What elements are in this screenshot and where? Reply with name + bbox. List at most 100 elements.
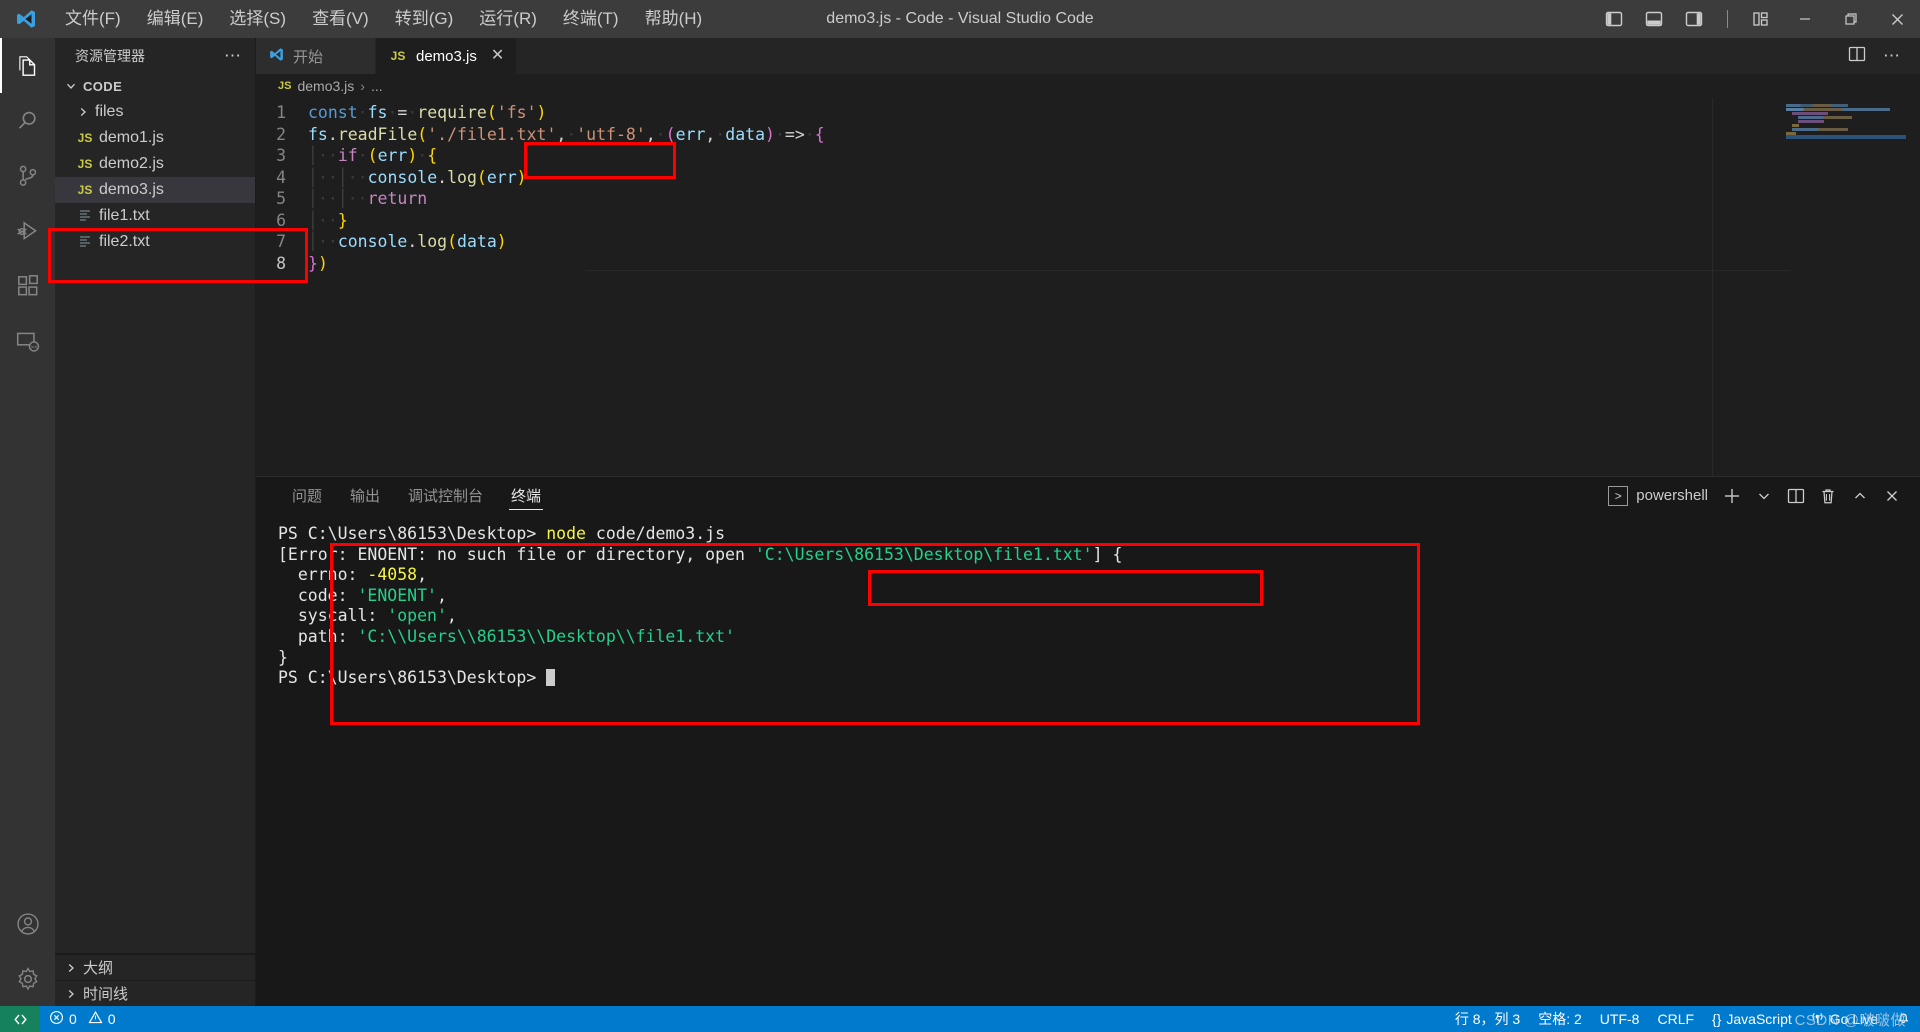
status-cursor-position[interactable]: 行 8，列 3 <box>1446 1006 1529 1032</box>
tree-item-files[interactable]: files <box>55 99 255 125</box>
activity-explorer[interactable] <box>0 38 55 93</box>
close-icon[interactable]: ✕ <box>491 48 504 64</box>
panel-tab-output[interactable]: 输出 <box>336 477 394 514</box>
remote-window-indicator[interactable] <box>0 1006 40 1032</box>
close-panel-button[interactable] <box>1878 482 1906 510</box>
terminal-segment: ] { <box>1092 544 1123 564</box>
activity-run-debug[interactable] <box>0 203 55 258</box>
code-line-text: │··│··console.log(err) <box>308 167 527 187</box>
menu-edit[interactable]: 编辑(E) <box>134 5 217 33</box>
tree-item-demo1-js[interactable]: JS demo1.js <box>55 125 255 151</box>
new-terminal-button[interactable] <box>1718 482 1746 510</box>
tree-item-label: files <box>95 103 124 120</box>
customize-layout-icon[interactable] <box>1746 4 1776 34</box>
error-count: 0 <box>69 1011 77 1027</box>
activity-search[interactable] <box>0 93 55 148</box>
maximize-panel-button[interactable] <box>1846 482 1874 510</box>
terminal-segment: errno: <box>278 565 368 585</box>
panel-actions: > powershell <box>1608 482 1920 510</box>
split-terminal-button[interactable] <box>1782 482 1810 510</box>
sidebar-section-timeline[interactable]: 时间线 <box>55 980 255 1006</box>
gear-icon <box>17 966 38 990</box>
kill-terminal-button[interactable] <box>1814 482 1842 510</box>
status-problems[interactable]: 0 0 <box>40 1006 125 1032</box>
menu-file[interactable]: 文件(F) <box>52 5 134 33</box>
editor-actions: ⋯ <box>1848 38 1920 74</box>
split-editor-icon[interactable] <box>1848 45 1866 68</box>
activity-accounts[interactable] <box>0 896 55 951</box>
menu-go[interactable]: 转到(G) <box>382 5 467 33</box>
tree-item-label: demo2.js <box>99 155 164 172</box>
line-number: 1 <box>276 103 286 122</box>
tab-demo3-js[interactable]: JS demo3.js ✕ <box>376 38 518 74</box>
panel-tab-problems[interactable]: 问题 <box>278 477 336 514</box>
code-line-2: 2 fs.readFile('./file1.txt',·'utf-8',·(e… <box>256 124 1920 146</box>
menu-view[interactable]: 查看(V) <box>299 5 382 33</box>
toggle-secondary-sidebar-icon[interactable] <box>1679 4 1709 34</box>
toggle-primary-sidebar-icon[interactable] <box>1599 4 1629 34</box>
remote-window-icon <box>13 1014 27 1024</box>
terminal-segment: , <box>436 585 447 605</box>
maximize-button[interactable] <box>1828 0 1874 38</box>
terminal-segment: , <box>446 606 457 626</box>
vscode-window: 文件(F) 编辑(E) 选择(S) 查看(V) 转到(G) 运行(R) 终端(T… <box>0 0 1920 1032</box>
tree-item-file1-txt[interactable]: file1.txt <box>55 203 255 229</box>
line-number: 8 <box>276 253 286 273</box>
terminal-line: PS C:\Users\86153\Desktop> <box>278 668 1920 689</box>
status-go-live-label: Go Live <box>1829 1011 1878 1027</box>
terminal-output[interactable]: PS C:\Users\86153\Desktop> node code/dem… <box>256 514 1920 1006</box>
activity-extensions[interactable] <box>0 258 55 313</box>
terminal-line: path: 'C:\\Users\\86153\\Desktop\\file1.… <box>278 627 1920 648</box>
terminal-segment: [Error: ENOENT: no such file or director… <box>278 544 755 564</box>
source-control-icon <box>19 165 36 186</box>
terminal-segment: 'C:\\Users\\86153\\Desktop\\file1.txt' <box>357 626 735 646</box>
ellipsis-icon[interactable]: ⋯ <box>219 46 247 66</box>
activity-source-control[interactable] <box>0 148 55 203</box>
close-button[interactable] <box>1874 0 1920 38</box>
panel-tab-terminal[interactable]: 终端 <box>497 477 555 514</box>
toggle-panel-icon[interactable] <box>1639 4 1669 34</box>
terminal-line: code: 'ENOENT', <box>278 586 1920 607</box>
panel-tab-debug-console[interactable]: 调试控制台 <box>394 477 497 514</box>
tab-welcome[interactable]: 开始 <box>256 38 376 74</box>
terminal-profile-dropdown[interactable] <box>1750 482 1778 510</box>
status-go-live[interactable]: Go Live <box>1801 1006 1887 1032</box>
menu-run[interactable]: 运行(R) <box>466 5 550 33</box>
status-language-mode[interactable]: {} JavaScript <box>1703 1006 1801 1032</box>
terminal-shell-selector[interactable]: > powershell <box>1608 485 1714 506</box>
menu-terminal[interactable]: 终端(T) <box>550 5 632 33</box>
breadcrumb-file[interactable]: demo3.js <box>297 78 354 94</box>
status-indentation[interactable]: 空格: 2 <box>1529 1006 1591 1032</box>
minimize-button[interactable] <box>1782 0 1828 38</box>
code-editor[interactable]: 1 const·fs·=·require('fs') 2 fs.readFile… <box>256 98 1920 476</box>
line-number: 6 <box>276 210 286 230</box>
terminal-line: syscall: 'open', <box>278 606 1920 627</box>
tree-root-code[interactable]: CODE <box>55 73 255 99</box>
menu-selection[interactable]: 选择(S) <box>216 5 299 33</box>
activity-settings[interactable] <box>0 951 55 1006</box>
tree-item-demo3-js[interactable]: JS demo3.js <box>55 177 255 203</box>
status-eol[interactable]: CRLF <box>1648 1006 1703 1032</box>
status-encoding[interactable]: UTF-8 <box>1591 1006 1649 1032</box>
layout-controls <box>1599 4 1782 34</box>
editor-scrollbar[interactable] <box>1906 98 1920 476</box>
editor-group: 开始 JS demo3.js ✕ ⋯ JS demo3.js › ... 1 c… <box>256 38 1920 1006</box>
menu-help[interactable]: 帮助(H) <box>632 5 716 33</box>
sidebar-section-outline[interactable]: 大纲 <box>55 954 255 980</box>
js-file-icon: JS <box>278 80 292 92</box>
status-notifications[interactable] <box>1887 1006 1920 1032</box>
terminal-shell-name: powershell <box>1636 487 1708 504</box>
panel-tab-label: 输出 <box>350 488 381 505</box>
file-tree: CODE files JS demo1.js JS demo2.js JS de… <box>55 73 255 953</box>
more-actions-icon[interactable]: ⋯ <box>1878 46 1906 66</box>
code-content[interactable]: 1 const·fs·=·require('fs') 2 fs.readFile… <box>256 98 1920 274</box>
activity-remote[interactable]: >< <box>0 313 55 368</box>
breadcrumb-tail[interactable]: ... <box>371 78 383 94</box>
tree-item-file2-txt[interactable]: file2.txt <box>55 229 255 255</box>
tree-root-label: CODE <box>83 78 123 94</box>
tree-item-demo2-js[interactable]: JS demo2.js <box>55 151 255 177</box>
code-line-text: │··} <box>308 210 348 230</box>
terminal-segment: } <box>278 647 288 667</box>
menu-bar: 文件(F) 编辑(E) 选择(S) 查看(V) 转到(G) 运行(R) 终端(T… <box>52 5 715 33</box>
code-line-text: }) <box>308 253 328 273</box>
